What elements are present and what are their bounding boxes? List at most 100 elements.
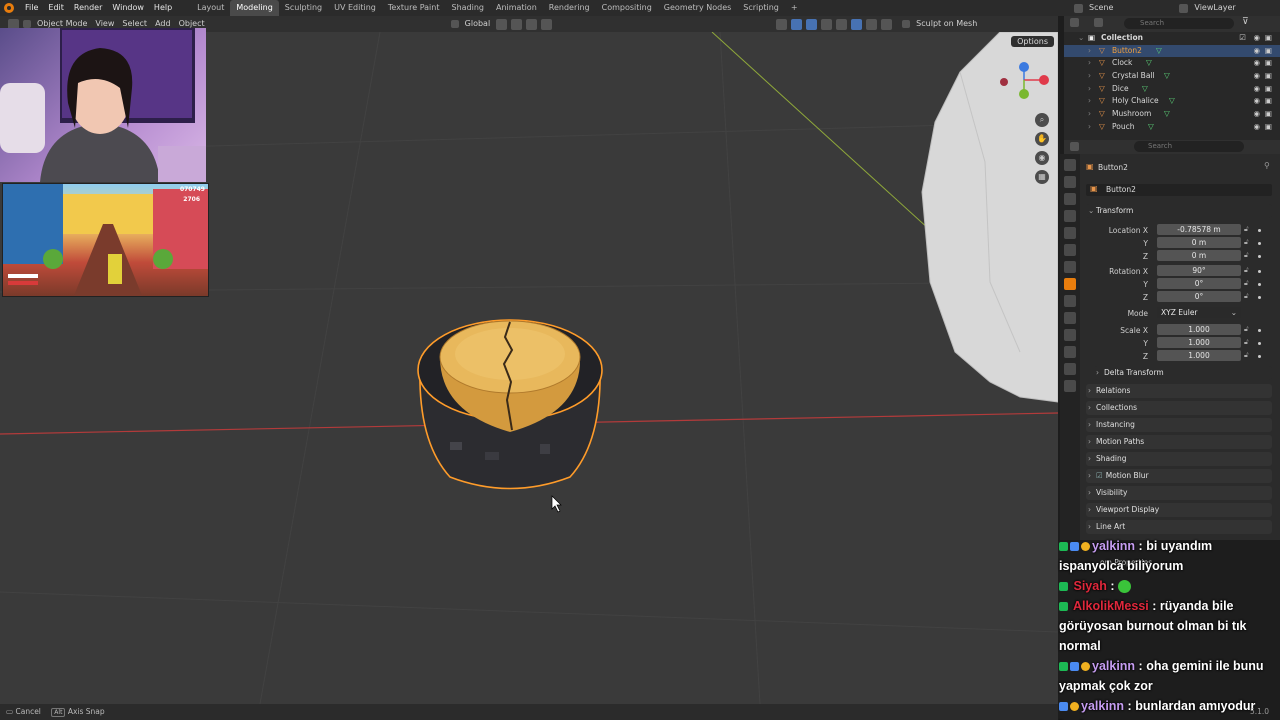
workspace-tab-shading[interactable]: Shading	[445, 0, 490, 16]
rotation-z-field[interactable]: 0°	[1157, 291, 1241, 302]
overlay-icon[interactable]	[806, 18, 818, 30]
lock-icon[interactable]: 🔓︎	[1244, 279, 1249, 288]
keyframe-dot-icon[interactable]	[1258, 296, 1261, 299]
lock-icon[interactable]: 🔓︎	[1244, 325, 1249, 334]
physics-tab-icon[interactable]	[1064, 329, 1076, 341]
viewport-display-panel[interactable]: › Viewport Display	[1086, 503, 1272, 517]
keyframe-dot-icon[interactable]	[1258, 355, 1261, 358]
keyframe-dot-icon[interactable]	[1258, 229, 1261, 232]
pan-hand-icon[interactable]: ✋	[1035, 132, 1049, 146]
workspace-tab-compositing[interactable]: Compositing	[596, 0, 658, 16]
lock-icon[interactable]: 🔓︎	[1244, 238, 1249, 247]
properties-editor-icon[interactable]	[1070, 142, 1079, 151]
collection-checkbox[interactable]: ☑	[1239, 32, 1246, 45]
scale-y-field[interactable]: 1.000	[1157, 337, 1241, 348]
outliner-row-button2[interactable]: › ▽ Button2 ▽ ◉ ▣	[1064, 44, 1280, 58]
filter-icon[interactable]: ⊽	[1242, 17, 1249, 27]
lock-icon[interactable]: 🔓︎	[1244, 251, 1249, 260]
camera-view-icon[interactable]: ◉	[1035, 151, 1049, 165]
proportional-edit-icon[interactable]	[541, 18, 553, 30]
eye-icon[interactable]: ◉	[1253, 83, 1260, 96]
scene-selector[interactable]: Scene	[1085, 0, 1117, 16]
eye-icon[interactable]: ◉	[1253, 45, 1260, 58]
outliner-search-input[interactable]: Search	[1124, 18, 1234, 29]
output-tab-icon[interactable]	[1064, 193, 1076, 205]
collection-tab-icon[interactable]	[1064, 261, 1076, 273]
transform-orientation-dropdown[interactable]: Global	[461, 16, 495, 32]
xray-icon[interactable]	[821, 18, 833, 30]
render-camera-icon[interactable]: ▣	[1265, 45, 1272, 58]
workspace-tab-animation[interactable]: Animation	[490, 0, 543, 16]
workspace-tab-uv-editing[interactable]: UV Editing	[328, 0, 382, 16]
render-camera-icon[interactable]: ▣	[1265, 121, 1272, 134]
collection-row[interactable]: ⌄ ▣ Collection ☑ ◉ ▣	[1064, 32, 1280, 45]
render-camera-icon[interactable]: ▣	[1265, 32, 1272, 45]
location-y-field[interactable]: 0 m	[1157, 237, 1241, 248]
view-layer-tab-icon[interactable]	[1064, 210, 1076, 222]
properties-search-input[interactable]: Search	[1134, 141, 1244, 152]
render-camera-icon[interactable]: ▣	[1265, 83, 1272, 96]
data-tab-icon[interactable]	[1064, 363, 1076, 375]
button-object[interactable]	[417, 319, 603, 490]
gizmo-icon[interactable]	[791, 18, 803, 30]
visibility-panel[interactable]: › Visibility	[1086, 486, 1272, 500]
menu-help[interactable]: Help	[149, 0, 177, 16]
keyframe-dot-icon[interactable]	[1258, 255, 1261, 258]
sculpt-on-mesh-button[interactable]: Sculpt on Mesh	[912, 16, 981, 32]
outliner-row-pouch[interactable]: › ▽ Pouch ▽ ◉ ▣	[1064, 121, 1280, 134]
scale-z-field[interactable]: 1.000	[1157, 350, 1241, 361]
scale-x-field[interactable]: 1.000	[1157, 324, 1241, 335]
shading-panel[interactable]: › Shading	[1086, 452, 1272, 466]
keyframe-dot-icon[interactable]	[1258, 329, 1261, 332]
render-tab-icon[interactable]	[1064, 176, 1076, 188]
eye-icon[interactable]: ◉	[1253, 95, 1260, 108]
zoom-icon[interactable]: ⌕	[1035, 113, 1049, 127]
shading-material-icon[interactable]	[866, 18, 878, 30]
motion-paths-panel[interactable]: › Motion Paths	[1086, 435, 1272, 449]
modifier-tab-icon[interactable]	[1064, 295, 1076, 307]
delta-transform-subpanel[interactable]: › Delta Transform	[1094, 366, 1272, 380]
world-tab-icon[interactable]	[1064, 244, 1076, 256]
transform-panel-header[interactable]: ⌄ Transform	[1086, 204, 1272, 218]
snap-target-icon[interactable]	[526, 18, 538, 30]
shading-rendered-icon[interactable]	[881, 18, 893, 30]
object-tab-icon[interactable]	[1064, 278, 1076, 290]
outliner-row-holy-chalice[interactable]: › ▽ Holy Chalice ▽ ◉ ▣	[1064, 95, 1280, 108]
location-x-field[interactable]: -0.78578 m	[1157, 224, 1241, 235]
keyframe-dot-icon[interactable]	[1258, 283, 1261, 286]
menu-edit[interactable]: Edit	[43, 0, 69, 16]
rotation-x-field[interactable]: 90°	[1157, 265, 1241, 276]
motion-blur-checkbox[interactable]: ☑	[1096, 471, 1103, 480]
outliner-row-mushroom[interactable]: › ▽ Mushroom ▽ ◉ ▣	[1064, 108, 1280, 121]
perspective-grid-icon[interactable]: ▦	[1035, 170, 1049, 184]
particles-tab-icon[interactable]	[1064, 312, 1076, 324]
scene-tab-icon[interactable]	[1064, 227, 1076, 239]
keyframe-dot-icon[interactable]	[1258, 242, 1261, 245]
outliner-row-dice[interactable]: › ▽ Dice ▽ ◉ ▣	[1064, 83, 1280, 96]
outliner-filter-mode-icon[interactable]	[1094, 18, 1103, 27]
lock-icon[interactable]: 🔓︎	[1244, 225, 1249, 234]
workspace-tab-texture-paint[interactable]: Texture Paint	[382, 0, 446, 16]
collections-panel[interactable]: › Collections	[1086, 401, 1272, 415]
menu-window[interactable]: Window	[107, 0, 149, 16]
line-art-panel[interactable]: › Line Art	[1086, 520, 1272, 534]
options-dropdown[interactable]: Options	[1011, 36, 1054, 47]
snap-icon[interactable]	[511, 18, 523, 30]
eye-icon[interactable]: ◉	[1253, 57, 1260, 70]
lock-icon[interactable]: 🔓︎	[1244, 266, 1249, 275]
eye-icon[interactable]: ◉	[1253, 121, 1260, 134]
instancing-panel[interactable]: › Instancing	[1086, 418, 1272, 432]
rotation-mode-dropdown[interactable]: XYZ Euler ⌄	[1157, 307, 1241, 318]
shading-wireframe-icon[interactable]	[836, 18, 848, 30]
relations-panel[interactable]: › Relations	[1086, 384, 1272, 398]
add-workspace-button[interactable]: +	[785, 0, 804, 16]
keyframe-dot-icon[interactable]	[1258, 270, 1261, 273]
material-tab-icon[interactable]	[1064, 380, 1076, 392]
workspace-tab-rendering[interactable]: Rendering	[543, 0, 596, 16]
render-camera-icon[interactable]: ▣	[1265, 108, 1272, 121]
view-layer-selector[interactable]: ViewLayer	[1190, 0, 1239, 16]
render-camera-icon[interactable]: ▣	[1265, 70, 1272, 83]
lock-icon[interactable]: 🔓︎	[1244, 292, 1249, 301]
blender-logo-icon[interactable]	[4, 3, 14, 13]
workspace-tab-modeling[interactable]: Modeling	[230, 0, 279, 16]
